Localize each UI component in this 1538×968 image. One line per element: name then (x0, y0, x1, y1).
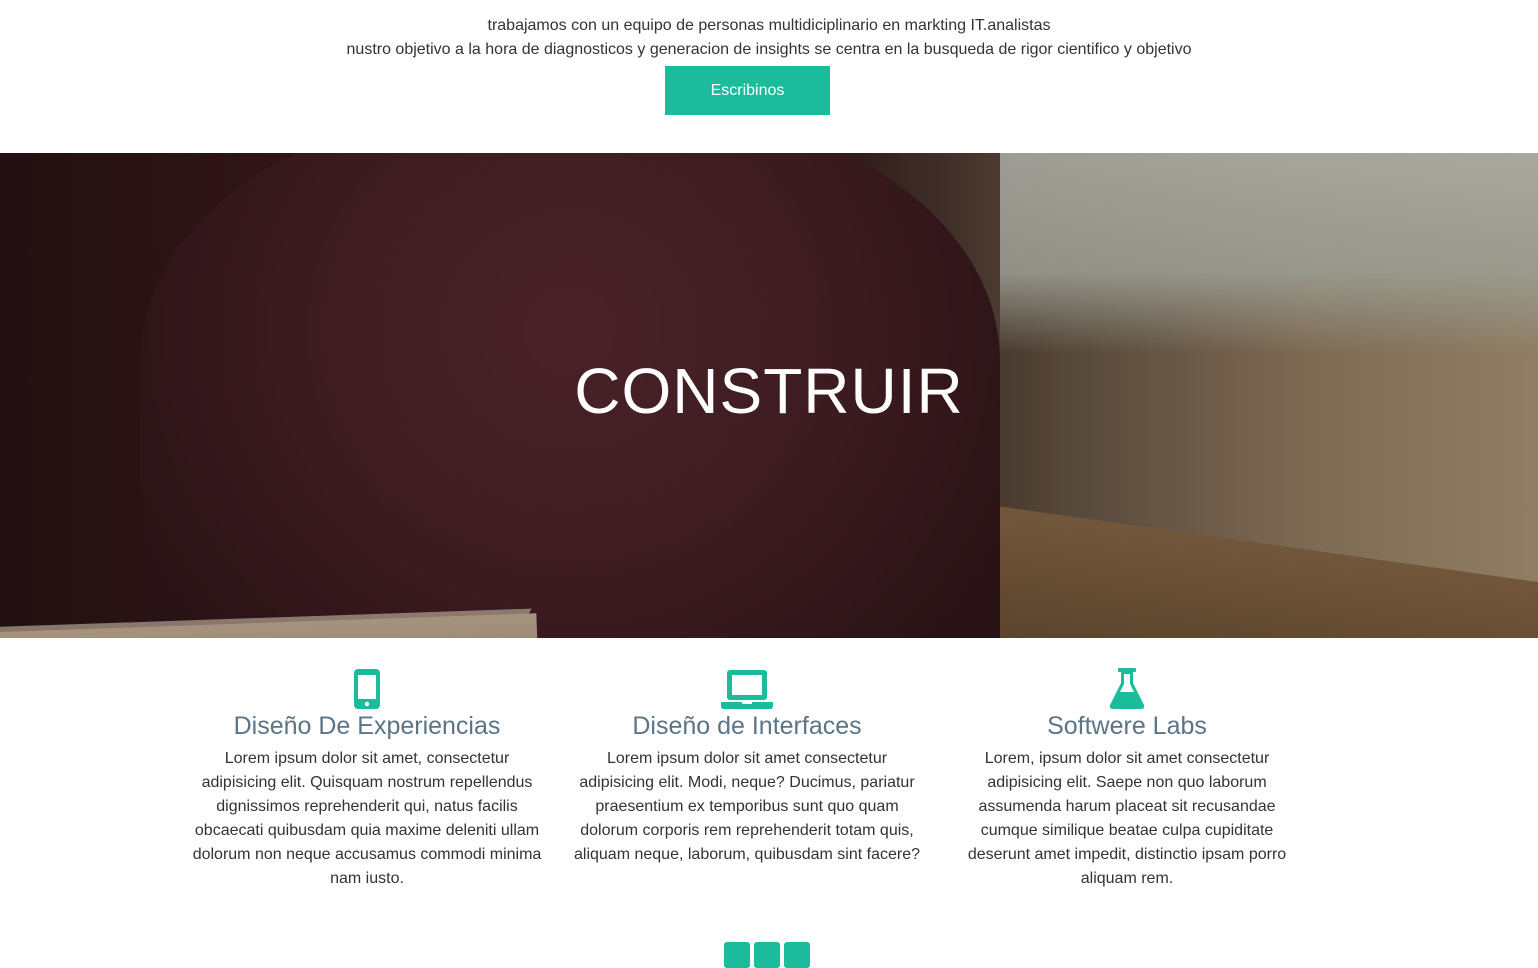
escribinos-button[interactable]: Escribinos (665, 66, 830, 115)
hero-banner: CONSTRUIR (0, 153, 1538, 638)
intro-section: trabajamos con un equipo de personas mul… (0, 0, 1538, 153)
feature-title: Diseño de Interfaces (632, 712, 862, 740)
feature-experiencias: Diseño De Experiencias Lorem ipsum dolor… (192, 668, 542, 891)
mobile-phone-icon (354, 669, 380, 709)
feature-description: Lorem, ipsum dolor sit amet consectetur … (967, 750, 1287, 887)
feature-title: Diseño De Experiencias (233, 712, 501, 740)
intro-line-1: trabajamos con un equipo de personas mul… (487, 17, 1051, 34)
social-links (724, 942, 810, 968)
hero-title: CONSTRUIR (574, 355, 964, 427)
features-section: Diseño De Experiencias Lorem ipsum dolor… (0, 638, 1538, 950)
social-icon-1[interactable] (724, 942, 750, 968)
flask-icon (1109, 668, 1145, 709)
feature-description: Lorem ipsum dolor sit amet consectetur a… (574, 750, 920, 863)
feature-interfaces: Diseño de Interfaces Lorem ipsum dolor s… (572, 668, 922, 867)
intro-line-2: nustro objetivo a la hora de diagnostico… (346, 41, 1192, 58)
laptop-icon (721, 670, 773, 709)
feature-description: Lorem ipsum dolor sit amet, consectetur … (192, 750, 542, 887)
social-icon-2[interactable] (754, 942, 780, 968)
social-icon-3[interactable] (784, 942, 810, 968)
feature-labs: Softwere Labs Lorem, ipsum dolor sit ame… (952, 668, 1302, 891)
feature-title: Softwere Labs (1047, 712, 1207, 740)
